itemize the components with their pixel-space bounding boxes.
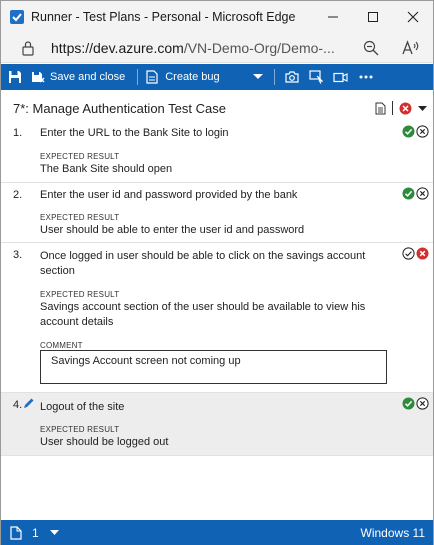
step-outcome-buttons	[402, 125, 429, 138]
toolbar-divider	[273, 69, 275, 85]
expected-result: The Bank Site should open	[40, 163, 173, 175]
more-icon[interactable]	[359, 75, 373, 79]
expected-result-label: EXPECTED RESULT	[40, 213, 120, 222]
minimize-icon	[328, 16, 338, 18]
close-icon	[407, 11, 419, 23]
step-comment-input[interactable]: Savings Account screen not coming up	[40, 350, 387, 384]
window-title: Runner - Test Plans - Personal - Microso…	[31, 10, 296, 24]
camera-icon[interactable]	[285, 71, 299, 83]
chevron-down-icon[interactable]	[418, 105, 427, 112]
comment-label: COMMENT	[40, 341, 83, 350]
step-comment-text: Savings Account screen not coming up	[51, 355, 241, 367]
close-window-button[interactable]	[393, 1, 433, 33]
video-icon[interactable]	[333, 72, 348, 83]
save-and-close-button[interactable]: Save and close	[31, 70, 125, 84]
chevron-down-icon[interactable]	[252, 73, 263, 81]
header-divider	[392, 101, 393, 115]
attachments-count: 1	[32, 525, 39, 540]
fail-step-icon[interactable]	[416, 125, 429, 138]
status-bar: 1 Windows 11	[1, 520, 433, 545]
address-bar[interactable]: https://dev.azure.com/VN-Demo-Org/Demo-.…	[1, 33, 433, 63]
maximize-icon	[368, 12, 378, 22]
runner-toolbar: Save and close Create bug	[1, 64, 433, 90]
expected-result: User should be able to enter the user id…	[40, 224, 305, 236]
test-step[interactable]: 4. Logout of the site EXPECTED RESULT Us…	[1, 393, 433, 456]
capture-actions-icon[interactable]	[309, 70, 323, 84]
test-case-actions	[375, 97, 427, 119]
save-icon[interactable]	[8, 70, 22, 84]
maximize-button[interactable]	[353, 1, 393, 33]
step-number: 4.	[13, 399, 23, 411]
save-close-icon	[32, 72, 45, 83]
read-aloud-icon[interactable]	[401, 40, 419, 56]
test-step[interactable]: 2. Enter the user id and password provid…	[1, 183, 433, 243]
create-bug-label: Create bug	[165, 71, 220, 83]
title-bar: Runner - Test Plans - Personal - Microso…	[1, 1, 433, 33]
url-path: /VN-Demo-Org/Demo-...	[183, 39, 335, 56]
expected-result: User should be logged out	[40, 436, 169, 448]
test-step[interactable]: 3. Once logged in user should be able to…	[1, 243, 433, 393]
failed-outcome-icon[interactable]	[399, 102, 412, 115]
expected-result: Savings account section of the user shou…	[40, 301, 366, 328]
step-action: Enter the URL to the Bank Site to login	[40, 127, 229, 139]
os-info: Windows 11	[361, 520, 425, 545]
fail-step-icon[interactable]	[416, 247, 429, 260]
step-action: Once logged in user should be able to cl…	[40, 250, 366, 277]
chevron-down-icon[interactable]	[49, 529, 59, 536]
url-text[interactable]: https://dev.azure.com/VN-Demo-Org/Demo-.…	[51, 40, 351, 56]
pass-step-icon[interactable]	[402, 187, 415, 200]
create-bug-button[interactable]: Create bug	[146, 70, 220, 84]
fail-step-icon[interactable]	[416, 187, 429, 200]
lock-icon[interactable]	[21, 40, 35, 56]
window-controls	[313, 1, 433, 33]
address-bar-actions	[363, 33, 419, 63]
step-action: Logout of the site	[40, 401, 125, 413]
expected-result-label: EXPECTED RESULT	[40, 425, 120, 434]
os-label: Windows 11	[360, 525, 425, 540]
step-outcome-buttons	[402, 187, 429, 200]
save-and-close-label: Save and close	[50, 71, 126, 83]
minimize-button[interactable]	[313, 1, 353, 33]
bug-icon	[146, 70, 158, 84]
pass-step-icon[interactable]	[402, 397, 415, 410]
document-icon[interactable]	[375, 102, 386, 115]
test-case-header: 7*: Manage Authentication Test Case	[1, 97, 433, 119]
step-number: 1.	[13, 127, 23, 139]
expected-result-label: EXPECTED RESULT	[40, 152, 120, 161]
step-outcome-buttons	[402, 397, 429, 410]
url-host: https://dev.azure.com	[51, 39, 184, 56]
test-step[interactable]: 1. Enter the URL to the Bank Site to log…	[1, 121, 433, 183]
zoom-out-icon[interactable]	[363, 40, 379, 56]
fail-step-icon[interactable]	[416, 397, 429, 410]
pencil-icon	[24, 398, 34, 408]
pass-step-icon[interactable]	[402, 125, 415, 138]
step-number: 3.	[13, 249, 23, 261]
expected-result-label: EXPECTED RESULT	[40, 290, 120, 299]
step-number: 2.	[13, 189, 23, 201]
pass-step-icon[interactable]	[402, 247, 415, 260]
test-case-title: 7*: Manage Authentication Test Case	[13, 100, 226, 116]
azure-test-plans-icon	[10, 10, 24, 24]
test-steps-list: 1. Enter the URL to the Bank Site to log…	[1, 121, 433, 456]
step-action: Enter the user id and password provided …	[40, 189, 298, 201]
toolbar-divider	[137, 69, 139, 85]
step-outcome-buttons	[402, 247, 429, 260]
attachment-icon[interactable]	[10, 525, 22, 540]
browser-window: Runner - Test Plans - Personal - Microso…	[0, 0, 434, 545]
